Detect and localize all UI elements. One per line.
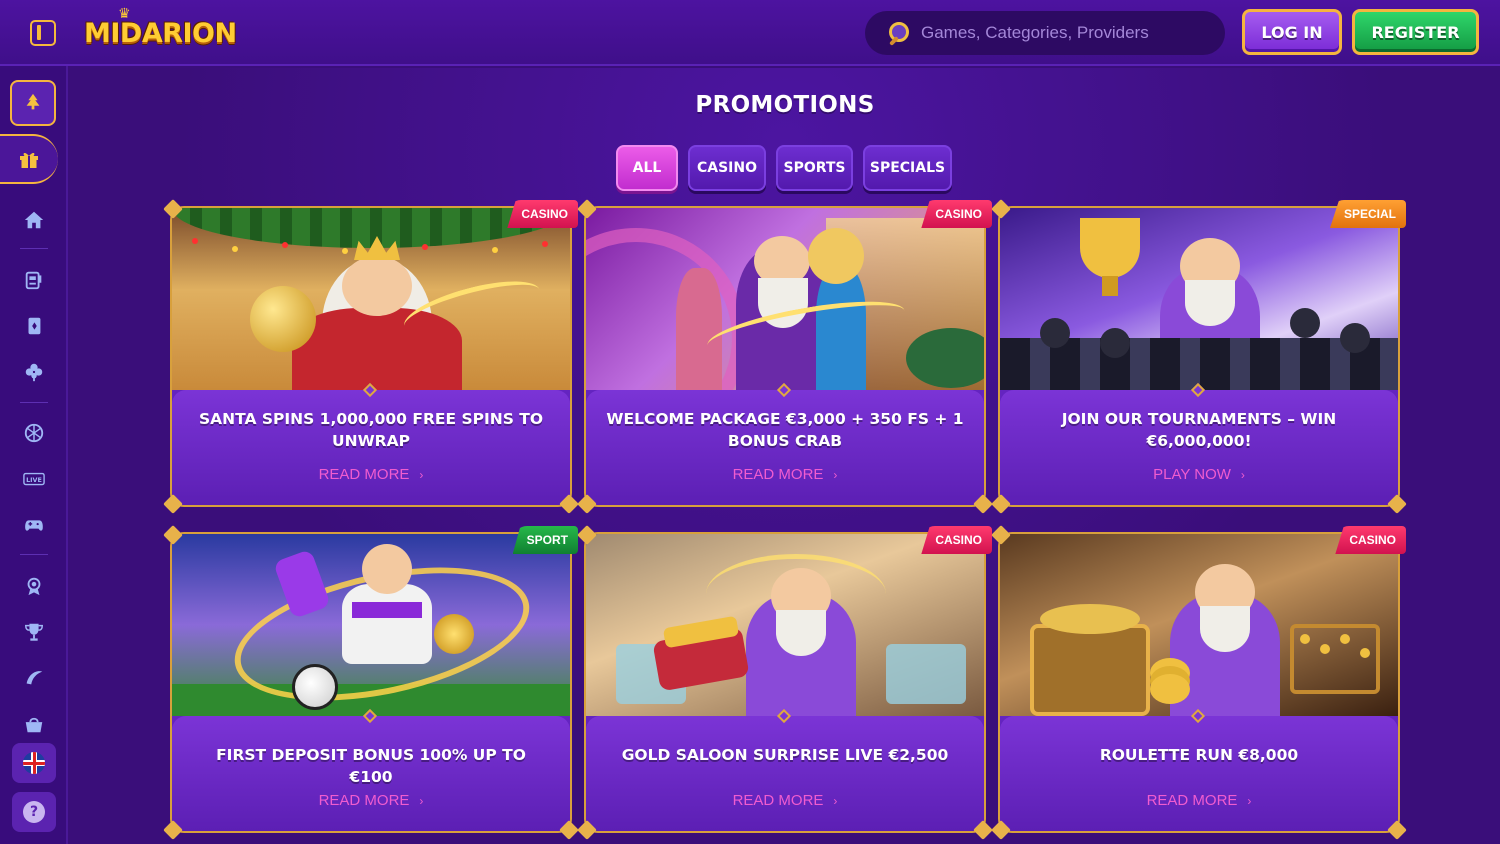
slot-machine-icon (25, 271, 42, 290)
help-button[interactable]: ? (12, 792, 56, 832)
uk-flag-icon (23, 752, 45, 774)
promo-badge: CASINO (1335, 526, 1406, 554)
promo-image-roulette (1000, 534, 1398, 716)
sidebar-item-christmas[interactable] (10, 80, 56, 126)
sidebar-item-clover[interactable] (18, 356, 50, 388)
promo-title: ROULETTE RUN €8,000 (1099, 746, 1299, 764)
site-logo[interactable]: MIDARION (84, 14, 237, 54)
promo-link[interactable]: READ MORE › (172, 792, 570, 809)
promo-image-santa (172, 208, 570, 390)
sidebar-item-vip[interactable] (18, 570, 50, 602)
cards-icon (28, 317, 41, 335)
chevron-right-icon: › (419, 468, 424, 482)
promo-title: WELCOME PACKAGE €3,000 + 350 FS + 1 BONU… (606, 410, 964, 450)
promo-image-welcome (586, 208, 984, 390)
register-button[interactable]: REGISTER (1352, 9, 1479, 55)
tab-all[interactable]: ALL (616, 145, 678, 191)
live-icon: LIVE (23, 472, 45, 486)
chevron-right-icon: › (833, 794, 838, 808)
tab-casino[interactable]: CASINO (688, 145, 766, 191)
promo-link[interactable]: READ MORE › (586, 466, 984, 483)
promo-badge: SPECIAL (1329, 200, 1406, 228)
promo-card[interactable]: CASINO WELCOME PACKAGE €3,000 + 350 FS +… (577, 199, 993, 514)
tab-specials[interactable]: SPECIALS (863, 145, 952, 191)
search-icon (887, 21, 911, 45)
sidebar-item-shop[interactable] (18, 708, 50, 740)
sidebar-toggle-icon[interactable] (30, 20, 56, 46)
sidebar-item-wheel[interactable] (18, 662, 50, 694)
promo-card-body: FIRST DEPOSIT BONUS 100% UP TO €100 READ… (172, 708, 570, 831)
promo-card[interactable]: CASINO SANTA SPINS 1,000,000 FREE SPINS … (163, 199, 579, 514)
promo-card[interactable]: CASINO GOLD SALOON SURPRISE LIVE €2,500 … (577, 525, 993, 840)
logo-crown-icon: ♛ (118, 6, 131, 22)
promo-badge: CASINO (921, 200, 992, 228)
promo-title: GOLD SALOON SURPRISE LIVE €2,500 (621, 746, 949, 764)
top-header: MIDARION ♛ Games, Categories, Providers … (0, 0, 1500, 66)
home-icon (24, 211, 44, 229)
promo-link-label: READ MORE (732, 466, 824, 483)
clover-icon (25, 363, 43, 382)
sidebar: LIVE ? (0, 66, 68, 844)
page-title: PROMOTIONS (695, 92, 875, 118)
promo-link-label: READ MORE (1146, 792, 1238, 809)
promo-link-label: PLAY NOW (1153, 466, 1231, 483)
chevron-right-icon: › (1240, 468, 1245, 482)
basket-icon (25, 717, 43, 733)
badge-icon (27, 577, 41, 596)
promo-link-label: READ MORE (732, 792, 824, 809)
promo-card[interactable]: CASINO ROULETTE RUN €8,000 READ MORE › (991, 525, 1407, 840)
promo-link[interactable]: READ MORE › (1000, 792, 1398, 809)
promo-link-label: READ MORE (318, 466, 410, 483)
sidebar-item-slots[interactable] (18, 264, 50, 296)
search-input[interactable]: Games, Categories, Providers (865, 11, 1225, 55)
promo-link-label: READ MORE (318, 792, 410, 809)
promo-image-sport (172, 534, 570, 716)
tree-icon (26, 93, 40, 110)
promo-title: SANTA SPINS 1,000,000 FREE SPINS TO UNWR… (198, 410, 544, 450)
promo-title: FIRST DEPOSIT BONUS 100% UP TO €100 (216, 746, 526, 786)
language-selector[interactable] (12, 743, 56, 783)
banana-icon (26, 671, 43, 685)
promo-card-body: SANTA SPINS 1,000,000 FREE SPINS TO UNWR… (172, 382, 570, 505)
chevron-right-icon: › (833, 468, 838, 482)
sidebar-item-promotions[interactable] (0, 134, 58, 184)
gift-icon (20, 152, 38, 168)
trophy-icon (25, 623, 43, 641)
promo-badge: CASINO (921, 526, 992, 554)
promo-badge: SPORT (512, 526, 578, 554)
sidebar-item-tournaments[interactable] (18, 616, 50, 648)
main-content: PROMOTIONS ALL CASINO SPORTS SPECIALS CA… (70, 68, 1500, 844)
promo-card[interactable]: SPORT FIRST DEPOSIT BONUS 100% UP TO €10… (163, 525, 579, 840)
login-button[interactable]: LOG IN (1242, 9, 1342, 55)
tab-sports[interactable]: SPORTS (776, 145, 853, 191)
sidebar-item-games[interactable] (18, 509, 50, 541)
sidebar-item-cards[interactable] (18, 310, 50, 342)
promo-card-body: WELCOME PACKAGE €3,000 + 350 FS + 1 BONU… (586, 382, 984, 505)
search-placeholder: Games, Categories, Providers (921, 23, 1149, 42)
gamepad-icon (25, 520, 43, 531)
promo-card-body: GOLD SALOON SURPRISE LIVE €2,500 READ MO… (586, 708, 984, 831)
chevron-right-icon: › (419, 794, 424, 808)
promo-card[interactable]: SPECIAL JOIN OUR TOURNAMENTS – WIN €6,00… (991, 199, 1407, 514)
help-icon: ? (23, 801, 45, 823)
promo-link[interactable]: PLAY NOW › (1000, 466, 1398, 483)
promo-card-body: JOIN OUR TOURNAMENTS – WIN €6,000,000! P… (1000, 382, 1398, 505)
promo-title: JOIN OUR TOURNAMENTS – WIN €6,000,000! (1061, 410, 1337, 450)
promo-image-gold-saloon (586, 534, 984, 716)
sidebar-item-sports[interactable] (18, 417, 50, 449)
promo-link[interactable]: READ MORE › (172, 466, 570, 483)
chevron-right-icon: › (1247, 794, 1252, 808)
promo-image-tournaments (1000, 208, 1398, 390)
promo-link[interactable]: READ MORE › (586, 792, 984, 809)
promo-card-body: ROULETTE RUN €8,000 READ MORE › (1000, 708, 1398, 831)
svg-text:LIVE: LIVE (26, 476, 42, 484)
promo-badge: CASINO (507, 200, 578, 228)
sidebar-item-home[interactable] (18, 204, 50, 236)
sidebar-item-live[interactable]: LIVE (18, 463, 50, 495)
ball-icon (24, 423, 44, 443)
